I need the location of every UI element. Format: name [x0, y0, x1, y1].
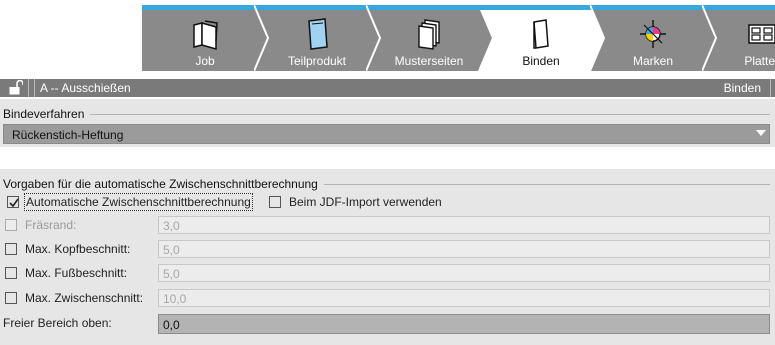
max-fussbeschnitt-label: Max. Fußbeschnitt:: [25, 266, 128, 280]
section-divider: [3, 114, 770, 115]
unlocked-padlock-icon: [9, 80, 23, 95]
tab-platte[interactable]: Platte: [702, 5, 775, 71]
jdf-import-checkbox[interactable]: [269, 196, 281, 208]
tab-musterseiten[interactable]: Musterseiten: [366, 5, 492, 71]
divider: [34, 79, 35, 97]
field-value: 0,0: [163, 318, 180, 332]
job-name: A -- Ausschießen: [40, 81, 131, 95]
auto-zwischenschnitt-checkbox[interactable]: [7, 196, 19, 208]
vorgaben-heading: Vorgaben für die automatische Zwischensc…: [3, 177, 324, 191]
registration-mark-icon: [640, 20, 666, 48]
tab-label: Binden: [522, 54, 560, 68]
fraesrand-label: Fräsrand:: [25, 218, 77, 232]
max-fussbeschnitt-field[interactable]: 5,0: [158, 264, 770, 282]
max-zwischenschnitt-field[interactable]: 10,0: [158, 289, 770, 307]
tab-label: Job: [195, 54, 215, 68]
bindeverfahren-select[interactable]: Rückenstich-Heftung: [3, 124, 770, 144]
jdf-import-label[interactable]: Beim JDF-Import verwenden: [289, 195, 442, 209]
folder-icon: [193, 20, 218, 50]
field-value: 5,0: [163, 243, 180, 257]
tab-job[interactable]: Job: [142, 5, 268, 71]
max-kopfbeschnitt-field[interactable]: 5,0: [158, 240, 770, 258]
max-fussbeschnitt-checkbox[interactable]: [5, 267, 17, 279]
pages-stack-icon: [418, 19, 440, 50]
fraesrand-checkbox[interactable]: [5, 219, 17, 231]
tab-marken[interactable]: Marken: [590, 5, 716, 71]
job-title-bar: A -- Ausschießen Binden: [0, 79, 775, 97]
auto-zwischenschnitt-label[interactable]: Automatische Zwischenschnittberechnung: [24, 193, 253, 211]
freier-bereich-oben-field[interactable]: 0,0: [158, 314, 770, 334]
max-zwischenschnitt-label: Max. Zwischenschnitt:: [25, 291, 144, 305]
chevron-down-icon: [756, 130, 766, 136]
field-value: 10,0: [163, 292, 187, 306]
field-value: 3,0: [163, 219, 180, 233]
sheet-icon: [308, 18, 328, 50]
tab-label: Platte: [744, 54, 775, 68]
selected-value: Rückenstich-Heftung: [12, 128, 124, 142]
max-kopfbeschnitt-checkbox[interactable]: [5, 243, 17, 255]
module-tab-strip: Job Teilprodukt Musterseiten Binden Mark…: [0, 0, 775, 73]
plate-icon: [748, 24, 775, 44]
tab-teilprodukt[interactable]: Teilprodukt: [254, 5, 380, 71]
max-kopfbeschnitt-label: Max. Kopfbeschnitt:: [25, 242, 131, 256]
fraesrand-field[interactable]: 3,0: [158, 216, 770, 234]
lock-button[interactable]: [4, 79, 29, 97]
divider: [770, 79, 771, 97]
dropdown-arrow[interactable]: [753, 125, 769, 143]
field-value: 5,0: [163, 267, 180, 281]
binding-icon: [533, 19, 549, 49]
max-zwischenschnitt-checkbox[interactable]: [5, 292, 17, 304]
checkmark-icon: [9, 198, 19, 208]
freier-bereich-oben-label: Freier Bereich oben:: [3, 316, 112, 330]
tab-label: Teilprodukt: [287, 54, 347, 68]
tab-binden[interactable]: Binden: [478, 5, 604, 71]
module-name: Binden: [723, 81, 761, 95]
tab-label: Musterseiten: [394, 54, 464, 68]
tab-label: Marken: [632, 54, 673, 68]
bindeverfahren-heading: Bindeverfahren: [3, 107, 91, 121]
